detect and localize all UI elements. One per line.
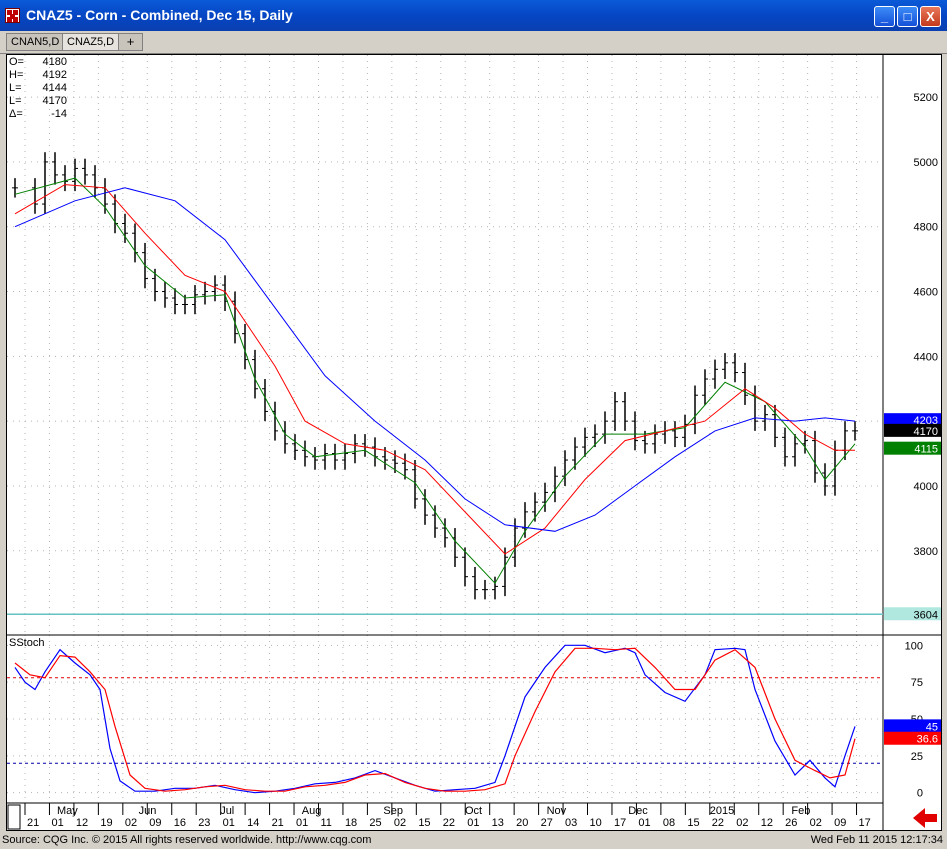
day-tick-label: 22 bbox=[443, 817, 455, 829]
day-tick-label: 01 bbox=[51, 817, 63, 829]
ohlc-open-value: 4180 bbox=[43, 56, 67, 68]
stoch-d-line bbox=[14, 647, 856, 792]
day-tick-label: 02 bbox=[125, 817, 137, 829]
price-tick-label: 3800 bbox=[914, 546, 938, 558]
day-tick-label: 02 bbox=[810, 817, 822, 829]
tab-cnaz5[interactable]: CNAZ5,D bbox=[62, 33, 120, 51]
window-title: CNAZ5 - Corn - Combined, Dec 15, Daily bbox=[26, 7, 293, 23]
day-tick-label: 11 bbox=[320, 817, 331, 829]
month-tick-label: Jul bbox=[220, 805, 234, 817]
status-bar: Source: CQG Inc. © 2015 All rights reser… bbox=[0, 832, 947, 849]
add-tab-button[interactable]: + bbox=[118, 33, 143, 51]
stoch-tick-label: 100 bbox=[905, 640, 923, 652]
ohlc-open-key: O= bbox=[9, 56, 24, 68]
month-tick-label: Sep bbox=[383, 805, 403, 817]
day-tick-label: 25 bbox=[369, 817, 381, 829]
month-tick-label: May bbox=[57, 805, 78, 817]
day-tick-label: 01 bbox=[638, 817, 650, 829]
month-tick-label: Dec bbox=[628, 805, 648, 817]
ohlc-high-value: 4192 bbox=[43, 69, 67, 81]
day-tick-label: 17 bbox=[859, 817, 871, 829]
day-tick-label: 26 bbox=[785, 817, 797, 829]
month-tick-label: Nov bbox=[547, 805, 567, 817]
scroll-left-button[interactable] bbox=[7, 804, 21, 830]
indicator-label: SStoch bbox=[9, 637, 44, 649]
price-tick-label: 4600 bbox=[914, 287, 938, 299]
month-tick-label: Oct bbox=[465, 805, 482, 817]
cqg-app-icon[interactable] bbox=[5, 8, 20, 23]
symbol-tab-bar: CNAN5,D CNAZ5,D + bbox=[0, 31, 947, 54]
month-tick-label: Jun bbox=[139, 805, 157, 817]
price-chart-svg[interactable]: 3800400042004400460048005000520002550751… bbox=[7, 55, 941, 830]
price-marker-label: 4115 bbox=[914, 444, 938, 456]
title-bar: CNAZ5 - Corn - Combined, Dec 15, Daily _… bbox=[0, 0, 947, 31]
day-tick-label: 13 bbox=[492, 817, 504, 829]
ohlc-readout: O= 4180 H= 4192 L= 4144 L= 4170 Δ= -14 bbox=[9, 56, 67, 120]
month-tick-label: 2015 bbox=[710, 805, 734, 817]
stoch-tick-label: 25 bbox=[911, 751, 923, 763]
mid-ma-line bbox=[14, 184, 855, 555]
price-tick-label: 4400 bbox=[914, 351, 938, 363]
day-tick-label: 15 bbox=[687, 817, 699, 829]
day-tick-label: 01 bbox=[467, 817, 479, 829]
source-text: Source: CQG Inc. © 2015 All rights reser… bbox=[2, 834, 372, 846]
ohlc-delta-key: Δ= bbox=[9, 108, 23, 120]
day-tick-label: 23 bbox=[198, 817, 210, 829]
day-tick-label: 16 bbox=[174, 817, 186, 829]
day-tick-label: 21 bbox=[27, 817, 39, 829]
day-tick-label: 10 bbox=[590, 817, 602, 829]
day-tick-label: 19 bbox=[100, 817, 112, 829]
day-tick-label: 18 bbox=[345, 817, 357, 829]
day-tick-label: 17 bbox=[614, 817, 626, 829]
day-tick-label: 02 bbox=[736, 817, 748, 829]
stoch-tick-label: 0 bbox=[917, 788, 923, 800]
ohlc-high-key: H= bbox=[9, 69, 23, 81]
arrow-left-icon[interactable] bbox=[913, 808, 937, 828]
day-tick-label: 08 bbox=[663, 817, 675, 829]
price-tick-label: 5200 bbox=[914, 92, 938, 104]
minimize-button[interactable]: _ bbox=[874, 6, 895, 27]
price-tick-label: 5000 bbox=[914, 157, 938, 169]
ohlc-low-value: 4144 bbox=[43, 82, 67, 94]
ohlc-last-value: 4170 bbox=[43, 95, 67, 107]
price-tick-label: 4800 bbox=[914, 222, 938, 234]
day-tick-label: 01 bbox=[296, 817, 308, 829]
day-tick-label: 01 bbox=[223, 817, 235, 829]
price-marker-label: 4170 bbox=[914, 426, 938, 438]
day-tick-label: 12 bbox=[761, 817, 773, 829]
day-tick-label: 21 bbox=[272, 817, 284, 829]
price-tick-label: 4000 bbox=[914, 481, 938, 493]
month-tick-label: Feb bbox=[791, 805, 810, 817]
day-tick-label: 09 bbox=[149, 817, 161, 829]
day-tick-label: 14 bbox=[247, 817, 259, 829]
ohlc-low-key: L= bbox=[9, 82, 22, 94]
day-tick-label: 27 bbox=[541, 817, 553, 829]
ohlc-last-key: L= bbox=[9, 95, 22, 107]
stoch-marker-label: 45 bbox=[926, 721, 938, 733]
close-button[interactable]: X bbox=[920, 6, 941, 27]
month-tick-label: Aug bbox=[302, 805, 322, 817]
day-tick-label: 03 bbox=[565, 817, 577, 829]
day-tick-label: 20 bbox=[516, 817, 528, 829]
day-tick-label: 02 bbox=[394, 817, 406, 829]
day-tick-label: 15 bbox=[418, 817, 430, 829]
day-tick-label: 22 bbox=[712, 817, 724, 829]
timestamp: Wed Feb 11 2015 12:17:34 bbox=[810, 834, 943, 846]
day-tick-label: 12 bbox=[76, 817, 88, 829]
day-tick-label: 09 bbox=[834, 817, 846, 829]
tab-cnan5[interactable]: CNAN5,D bbox=[6, 33, 65, 51]
stoch-marker-label: 36.6 bbox=[917, 734, 938, 746]
stoch-k-line bbox=[14, 644, 856, 794]
maximize-button[interactable]: □ bbox=[897, 6, 918, 27]
stoch-tick-label: 75 bbox=[911, 677, 923, 689]
ohlc-delta-value: -14 bbox=[51, 108, 67, 120]
price-marker-label: 3604 bbox=[914, 609, 938, 621]
chart-area[interactable]: 3800400042004400460048005000520002550751… bbox=[6, 54, 942, 831]
